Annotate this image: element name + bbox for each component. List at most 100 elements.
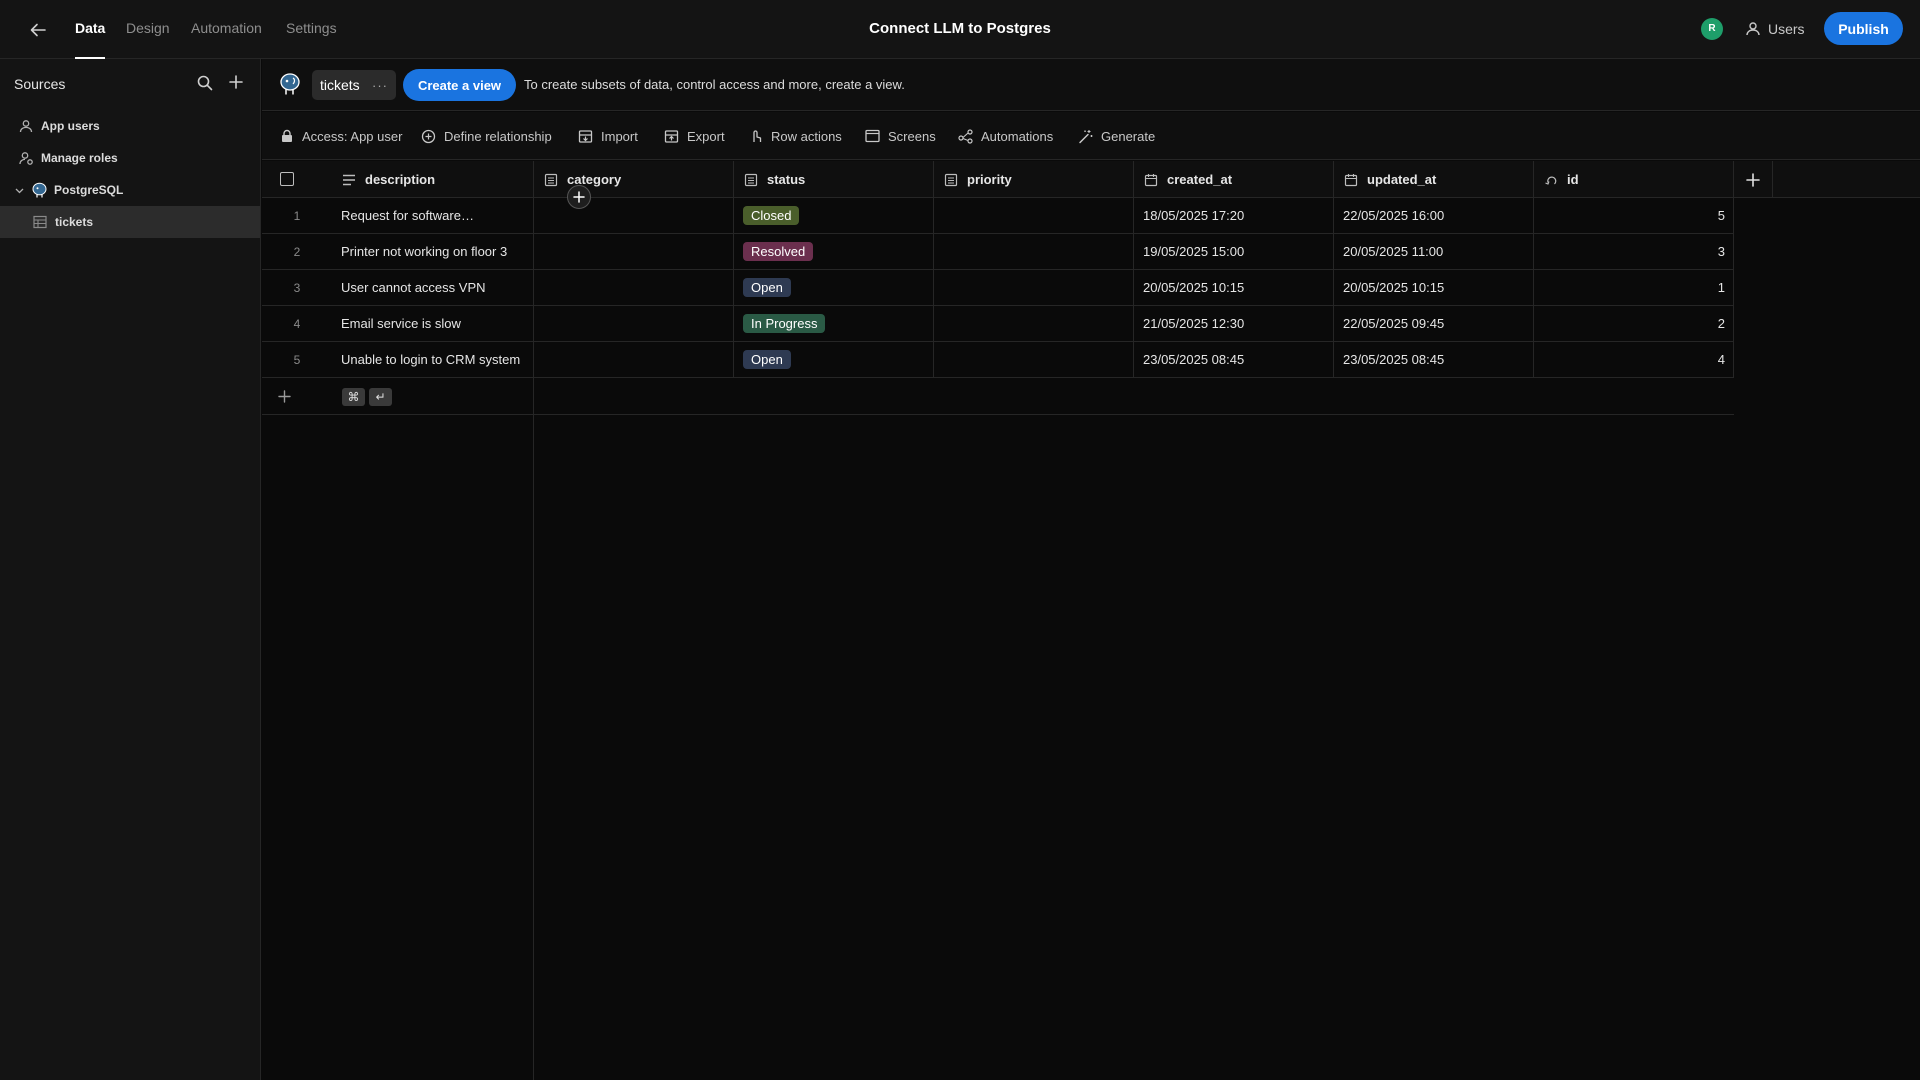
category-cell[interactable] <box>534 234 734 269</box>
id-cell[interactable]: 4 <box>1534 342 1734 377</box>
created-at-cell[interactable]: 20/05/2025 10:15 <box>1134 270 1334 305</box>
plus-icon <box>573 191 585 203</box>
table-row[interactable]: 4 Email service is slow In Progress 21/0… <box>262 306 1734 342</box>
status-cell[interactable]: Open <box>734 342 934 377</box>
import-icon <box>578 129 593 143</box>
define-relationship-button[interactable]: Define relationship <box>421 112 552 160</box>
search-icon <box>197 75 213 91</box>
status-cell[interactable]: Open <box>734 270 934 305</box>
sidebar-item-tickets[interactable]: tickets <box>0 206 260 238</box>
status-cell[interactable]: In Progress <box>734 306 934 341</box>
screen-icon <box>865 129 880 143</box>
updated-at-cell[interactable]: 20/05/2025 11:00 <box>1334 234 1534 269</box>
sources-title: Sources <box>14 76 66 92</box>
priority-cell[interactable] <box>934 306 1134 341</box>
category-cell[interactable] <box>534 270 734 305</box>
description-cell[interactable]: User cannot access VPN <box>332 270 534 305</box>
generate-button[interactable]: Generate <box>1078 112 1155 160</box>
column-header-updated-at[interactable]: updated_at <box>1334 161 1534 198</box>
sidebar-item-label: PostgreSQL <box>54 183 124 197</box>
created-at-cell[interactable]: 21/05/2025 12:30 <box>1134 306 1334 341</box>
tab-settings[interactable]: Settings <box>286 0 337 59</box>
sidebar-item-postgresql[interactable]: PostgreSQL <box>0 174 260 206</box>
users-button[interactable]: Users <box>1745 17 1805 41</box>
tab-design[interactable]: Design <box>126 0 170 59</box>
import-button[interactable]: Import <box>578 112 638 160</box>
updated-at-cell[interactable]: 20/05/2025 10:15 <box>1334 270 1534 305</box>
column-header-description[interactable]: description <box>332 161 534 198</box>
description-cell[interactable]: Printer not working on floor 3 <box>332 234 534 269</box>
sidebar-item-label: tickets <box>55 215 94 229</box>
updated-at-cell[interactable]: 22/05/2025 09:45 <box>1334 306 1534 341</box>
column-header-category[interactable]: category <box>534 161 734 198</box>
status-badge: Closed <box>743 206 800 225</box>
column-header-created-at[interactable]: created_at <box>1134 161 1334 198</box>
options-icon <box>744 173 758 186</box>
table-header-bar: tickets ··· Create a view To create subs… <box>262 59 1920 111</box>
row-number: 4 <box>293 316 301 331</box>
table-row[interactable]: 1 Request for software… Closed 18/05/202… <box>262 198 1734 234</box>
data-grid: description category status priority cre… <box>262 161 1920 1080</box>
search-sources-button[interactable] <box>197 75 213 91</box>
create-view-button[interactable]: Create a view <box>403 69 516 101</box>
id-cell[interactable]: 5 <box>1534 198 1734 233</box>
insert-row-button[interactable] <box>567 185 591 209</box>
auto-id-icon <box>1545 176 1557 185</box>
table-row[interactable]: 5 Unable to login to CRM system Open 23/… <box>262 342 1734 378</box>
category-cell[interactable] <box>534 198 734 233</box>
tab-automation[interactable]: Automation <box>191 0 262 59</box>
magic-wand-icon <box>1079 129 1093 143</box>
priority-cell[interactable] <box>934 342 1134 377</box>
status-badge: Open <box>743 278 791 297</box>
id-cell[interactable]: 2 <box>1534 306 1734 341</box>
created-at-cell[interactable]: 19/05/2025 15:00 <box>1134 234 1334 269</box>
import-label: Import <box>601 128 638 144</box>
user-avatar[interactable]: R <box>1701 18 1723 40</box>
automations-button[interactable]: Automations <box>958 112 1053 160</box>
select-all-checkbox[interactable] <box>280 172 294 186</box>
id-cell[interactable]: 3 <box>1534 234 1734 269</box>
created-at-cell[interactable]: 18/05/2025 17:20 <box>1134 198 1334 233</box>
column-header-status[interactable]: status <box>734 161 934 198</box>
arrow-left-icon <box>30 23 46 37</box>
updated-at-cell[interactable]: 22/05/2025 16:00 <box>1334 198 1534 233</box>
row-number: 5 <box>293 352 301 367</box>
add-column-button[interactable] <box>1733 161 1773 198</box>
id-cell[interactable]: 1 <box>1534 270 1734 305</box>
category-cell[interactable] <box>534 306 734 341</box>
command-key-hint: ⌘ <box>342 388 365 406</box>
publish-button[interactable]: Publish <box>1824 12 1903 45</box>
tab-data[interactable]: Data <box>75 0 106 59</box>
description-cell[interactable]: Request for software… <box>332 198 534 233</box>
table-row[interactable]: 3 User cannot access VPN Open 20/05/2025… <box>262 270 1734 306</box>
status-cell[interactable]: Closed <box>734 198 934 233</box>
column-header-priority[interactable]: priority <box>934 161 1134 198</box>
updated-at-cell[interactable]: 23/05/2025 08:45 <box>1334 342 1534 377</box>
access-button[interactable]: Access: App user <box>280 112 402 160</box>
column-header-id[interactable]: id <box>1534 161 1734 198</box>
chevron-down-icon[interactable] <box>14 186 24 195</box>
description-cell[interactable]: Unable to login to CRM system <box>332 342 534 377</box>
add-source-button[interactable] <box>228 74 244 90</box>
row-actions-button[interactable]: Row actions <box>749 112 842 160</box>
more-options-icon[interactable]: ··· <box>372 78 388 93</box>
description-cell[interactable]: Email service is slow <box>332 306 534 341</box>
table-toolbar: Access: App user Define relationship Imp… <box>262 112 1920 160</box>
category-cell[interactable] <box>534 342 734 377</box>
created-at-cell[interactable]: 23/05/2025 08:45 <box>1134 342 1334 377</box>
priority-cell[interactable] <box>934 198 1134 233</box>
export-button[interactable]: Export <box>664 112 725 160</box>
options-icon <box>544 173 558 186</box>
back-button[interactable] <box>26 18 50 42</box>
sidebar-item-manage-roles[interactable]: Manage roles <box>0 142 260 174</box>
priority-cell[interactable] <box>934 234 1134 269</box>
sidebar-item-app-users[interactable]: App users <box>0 110 260 142</box>
status-badge: In Progress <box>743 314 826 333</box>
row-actions-label: Row actions <box>771 128 842 144</box>
screens-button[interactable]: Screens <box>865 112 936 160</box>
table-row[interactable]: 2 Printer not working on floor 3 Resolve… <box>262 234 1734 270</box>
add-row-button[interactable] <box>276 388 292 404</box>
priority-cell[interactable] <box>934 270 1134 305</box>
table-name-chip[interactable]: tickets ··· <box>312 70 396 100</box>
status-cell[interactable]: Resolved <box>734 234 934 269</box>
